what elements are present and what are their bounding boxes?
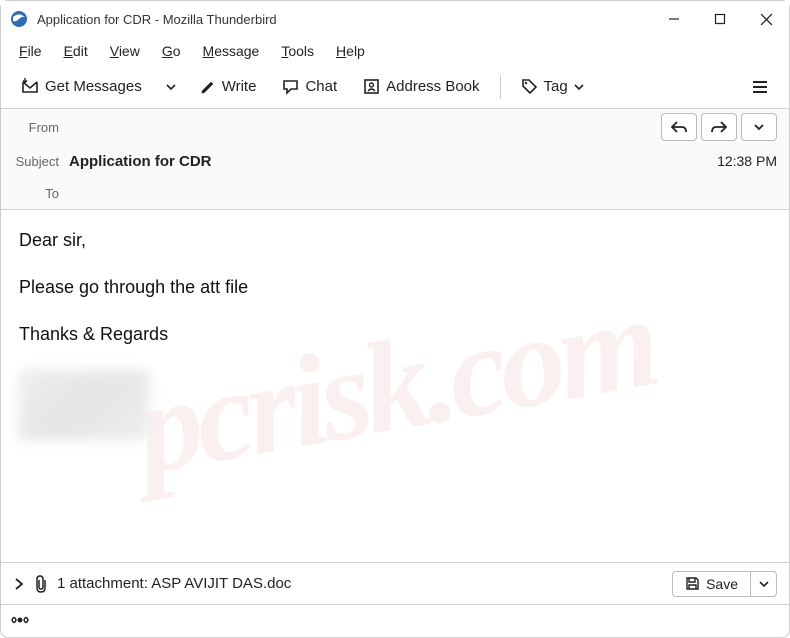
title-bar: Application for CDR - Mozilla Thunderbir… xyxy=(1,1,789,37)
write-button[interactable]: Write xyxy=(190,72,267,101)
reply-button[interactable] xyxy=(661,113,697,141)
forward-button[interactable] xyxy=(701,113,737,141)
attachment-bar: 1 attachment: ASP AVIJIT DAS.doc Save xyxy=(1,562,789,604)
pencil-icon xyxy=(200,79,216,95)
chevron-down-icon xyxy=(754,122,764,132)
menu-help[interactable]: Help xyxy=(326,40,375,62)
hamburger-icon xyxy=(751,78,769,96)
menu-bar: File Edit View Go Message Tools Help xyxy=(1,37,789,65)
chat-button[interactable]: Chat xyxy=(272,72,347,101)
menu-go[interactable]: Go xyxy=(152,40,191,62)
body-line-1: Dear sir, xyxy=(19,228,771,253)
save-dropdown[interactable] xyxy=(751,571,777,597)
toolbar: Get Messages Write Chat Address Book Tag xyxy=(1,65,789,109)
status-bar xyxy=(1,604,789,634)
signature-redacted xyxy=(19,370,149,440)
body-line-3: Thanks & Regards xyxy=(19,322,771,347)
tag-label: Tag xyxy=(544,78,568,95)
chevron-down-icon xyxy=(574,82,584,92)
message-header: From Subject Application for CDR 12:38 P… xyxy=(1,109,789,210)
chevron-down-icon xyxy=(759,579,769,589)
more-actions-button[interactable] xyxy=(741,113,777,141)
body-line-2: Please go through the att file xyxy=(19,275,771,300)
message-body: pcrisk.com Dear sir, Please go through t… xyxy=(1,210,789,562)
save-label: Save xyxy=(706,576,738,592)
tag-button[interactable]: Tag xyxy=(511,72,594,101)
menu-tools[interactable]: Tools xyxy=(271,40,324,62)
download-icon xyxy=(21,78,39,96)
minimize-button[interactable] xyxy=(651,1,697,37)
activity-indicator-icon[interactable] xyxy=(11,613,29,627)
attachment-text[interactable]: 1 attachment: ASP AVIJIT DAS.doc xyxy=(57,575,291,592)
window-controls xyxy=(651,1,789,37)
get-messages-dropdown[interactable] xyxy=(158,76,184,98)
maximize-button[interactable] xyxy=(697,1,743,37)
paperclip-icon xyxy=(33,575,49,593)
get-messages-label: Get Messages xyxy=(45,78,142,95)
menu-file[interactable]: File xyxy=(9,40,52,62)
subject-label: Subject xyxy=(13,154,69,169)
app-menu-button[interactable] xyxy=(741,72,779,102)
save-icon xyxy=(685,576,700,591)
address-book-button[interactable]: Address Book xyxy=(353,72,489,101)
message-time: 12:38 PM xyxy=(717,153,777,169)
get-messages-button[interactable]: Get Messages xyxy=(11,72,152,102)
tag-icon xyxy=(521,78,538,95)
menu-message[interactable]: Message xyxy=(193,40,270,62)
menu-view[interactable]: View xyxy=(100,40,150,62)
reply-icon xyxy=(671,120,687,134)
write-label: Write xyxy=(222,78,257,95)
to-label: To xyxy=(13,186,69,201)
address-book-label: Address Book xyxy=(386,78,479,95)
forward-icon xyxy=(711,120,727,134)
menu-edit[interactable]: Edit xyxy=(54,40,98,62)
save-attachment-button[interactable]: Save xyxy=(672,571,751,597)
from-label: From xyxy=(13,120,69,135)
window-title: Application for CDR - Mozilla Thunderbir… xyxy=(37,12,651,27)
chevron-right-icon xyxy=(13,578,25,590)
toolbar-separator xyxy=(500,75,501,99)
close-button[interactable] xyxy=(743,1,789,37)
subject-value: Application for CDR xyxy=(69,153,717,170)
chat-icon xyxy=(282,78,299,95)
address-book-icon xyxy=(363,78,380,95)
chat-label: Chat xyxy=(305,78,337,95)
attachment-expand[interactable] xyxy=(13,578,25,590)
thunderbird-icon xyxy=(9,9,29,29)
